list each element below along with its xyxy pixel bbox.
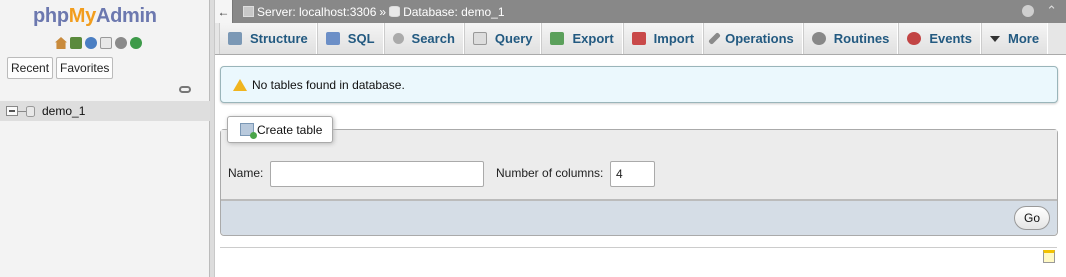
top-breadcrumb-bar: ← Server: localhost:3306 » Database: dem… — [215, 0, 1066, 23]
collapse-top-icon[interactable]: ⌃ — [1046, 3, 1057, 19]
collapse-nav-button[interactable]: ← — [215, 0, 233, 23]
quick-links — [55, 37, 142, 49]
tab-import[interactable]: Import — [622, 23, 704, 54]
server-icon — [243, 6, 254, 17]
settings-icon[interactable] — [115, 37, 127, 49]
tab-label: Operations — [725, 31, 794, 46]
table-name-label: Name: — [228, 166, 264, 180]
home-icon[interactable] — [55, 37, 67, 49]
tab-label: Structure — [250, 31, 308, 46]
tab-search[interactable]: Search — [383, 23, 464, 54]
export-icon — [550, 32, 565, 45]
tab-label: Search — [411, 31, 455, 46]
database-icon — [389, 6, 401, 17]
warning-icon — [233, 78, 247, 91]
operations-icon — [708, 32, 721, 45]
recent-favorites-tabs: Recent Favorites — [7, 57, 114, 79]
notice-message: No tables found in database. — [220, 66, 1058, 103]
help-icon[interactable] — [85, 37, 97, 49]
form-footer: Go — [221, 200, 1057, 235]
sql-icon — [325, 32, 340, 45]
create-table-icon — [240, 123, 257, 139]
tab-structure[interactable]: Structure — [219, 23, 317, 54]
tree-item-demo_1[interactable]: demo_1 — [0, 101, 210, 121]
tab-sql[interactable]: SQL — [316, 23, 384, 54]
logo-text-php: php — [33, 5, 69, 27]
database-icon — [26, 105, 35, 117]
collapse-icon[interactable] — [6, 106, 18, 116]
console-icon[interactable] — [1043, 250, 1055, 263]
tab-label: SQL — [347, 31, 375, 46]
phpmyadmin-logo[interactable]: phpMyAdmin — [33, 5, 157, 28]
divider — [220, 247, 1057, 248]
structure-icon — [228, 32, 242, 45]
import-icon — [631, 32, 646, 45]
tab-label: Export — [572, 31, 614, 46]
columns-label: Number of columns: — [496, 166, 604, 180]
search-icon — [392, 33, 404, 44]
navigation-panel: phpMyAdmin Recent Favorites demo_1 — [0, 0, 210, 277]
database-tab-menu: Structure SQL Search Query Export Import… — [215, 23, 1066, 55]
logo-text-admin: Admin — [95, 5, 157, 27]
recent-button[interactable]: Recent — [7, 57, 54, 79]
query-icon — [472, 32, 487, 45]
tab-label: Events — [929, 31, 972, 46]
create-table-legend: Create table — [227, 116, 334, 143]
tab-query[interactable]: Query — [463, 23, 542, 54]
breadcrumb: Server: localhost:3306 » Database: demo_… — [243, 5, 505, 19]
logout-icon[interactable] — [70, 37, 82, 49]
routines-icon — [811, 32, 826, 45]
tree-connector — [18, 110, 26, 112]
events-icon — [907, 32, 922, 45]
link-icon[interactable] — [179, 86, 191, 93]
go-button[interactable]: Go — [1014, 206, 1050, 230]
favorites-button[interactable]: Favorites — [56, 57, 114, 79]
create-table-title: Create table — [257, 122, 323, 137]
table-name-input[interactable] — [270, 161, 484, 187]
tab-export[interactable]: Export — [541, 23, 623, 54]
tab-label: Import — [653, 31, 695, 46]
logo-text-my: My — [68, 5, 96, 27]
breadcrumb-database[interactable]: Database: demo_1 — [403, 5, 504, 19]
tree-item-label[interactable]: demo_1 — [42, 104, 85, 118]
caret-down-icon — [990, 35, 1000, 42]
docs-icon[interactable] — [100, 37, 112, 49]
columns-input[interactable] — [610, 161, 655, 187]
tab-label: Routines — [833, 31, 890, 46]
reload-icon[interactable] — [130, 37, 142, 49]
breadcrumb-server[interactable]: Server: localhost:3306 — [257, 5, 376, 19]
breadcrumb-separator: » — [379, 4, 387, 19]
tab-more[interactable]: More — [981, 23, 1049, 54]
tab-operations[interactable]: Operations — [703, 23, 803, 54]
settings-gear-icon[interactable] — [1022, 5, 1034, 17]
tab-label: Query — [494, 31, 533, 46]
tab-routines[interactable]: Routines — [802, 23, 899, 54]
notice-text: No tables found in database. — [252, 77, 405, 92]
tab-events[interactable]: Events — [898, 23, 981, 54]
tab-label: More — [1008, 31, 1040, 46]
